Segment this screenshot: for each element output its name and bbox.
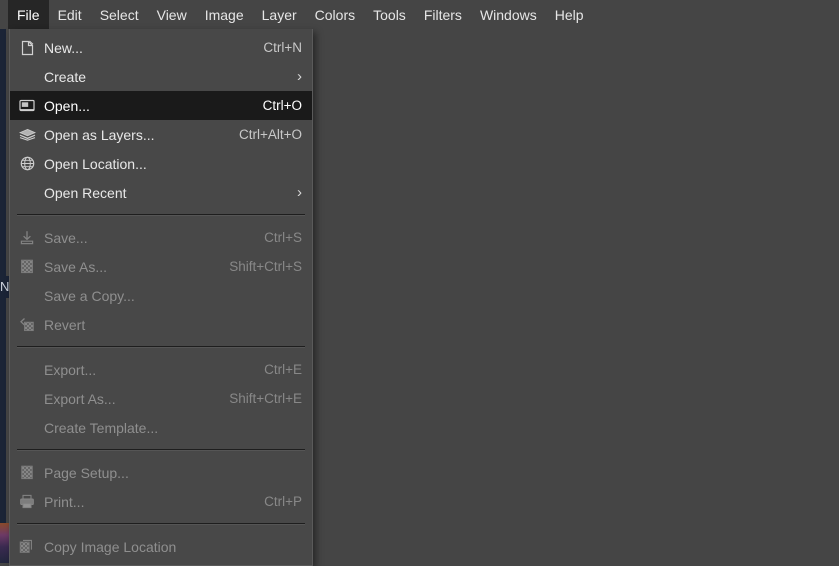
- menu-item-open-recent[interactable]: Open Recent ›: [10, 178, 312, 207]
- menu-item-new[interactable]: New... Ctrl+N: [10, 33, 312, 62]
- menu-item-label: Export As...: [44, 390, 116, 407]
- menu-item-open-as-layers[interactable]: Open as Layers... Ctrl+Alt+O: [10, 120, 312, 149]
- menu-item-shortcut: Ctrl+P: [264, 494, 302, 509]
- menu-item-copy-image-location: Copy Image Location: [10, 532, 312, 561]
- menu-item-print: Print... Ctrl+P: [10, 487, 312, 516]
- menu-item-label: New...: [44, 39, 83, 56]
- menu-item-label: Save...: [44, 229, 88, 246]
- menu-item-page-setup: Page Setup...: [10, 458, 312, 487]
- menu-item-label: Copy Image Location: [44, 538, 177, 555]
- menu-bar: File Edit Select View Image Layer Colors Tools F…: [0, 0, 839, 29]
- menu-item-label: Save a Copy...: [44, 287, 135, 304]
- menu-item-shortcut: Shift+Ctrl+S: [229, 259, 302, 274]
- menu-item-revert: Revert: [10, 310, 312, 339]
- menu-item-shortcut: Ctrl+Alt+O: [238, 127, 302, 142]
- menu-item-label: Export...: [44, 361, 97, 378]
- chevron-right-icon: ›: [297, 68, 302, 85]
- background-image-thumbnail: [0, 523, 9, 563]
- menubar-item-filters[interactable]: Filters: [415, 0, 471, 29]
- application-window: N File Edit Select View Image Layer Colors Tool…: [0, 0, 839, 566]
- menu-item-open-location[interactable]: Open Location...: [10, 149, 312, 178]
- menu-item-create-template: Create Template...: [10, 413, 312, 442]
- menubar-item-edit[interactable]: Edit: [49, 0, 91, 29]
- menu-item-save-a-copy: Save a Copy...: [10, 281, 312, 310]
- menu-item-label: Create Template...: [44, 419, 159, 436]
- menu-item-label: Open as Layers...: [44, 126, 155, 143]
- menu-item-save-as: Save As... Shift+Ctrl+S: [10, 252, 312, 281]
- menu-item-label: Open Recent: [44, 184, 127, 201]
- revert-icon: [16, 316, 38, 334]
- menu-item-label: Print...: [44, 493, 85, 510]
- menu-item-open[interactable]: Open... Ctrl+O: [10, 91, 312, 120]
- menu-item-label: Create: [44, 68, 87, 85]
- file-menu-dropdown: New... Ctrl+N Create › Open... Ctrl+O Open as …: [9, 29, 313, 566]
- save-as-icon: [16, 258, 38, 276]
- save-icon: [16, 229, 38, 247]
- chevron-right-icon: ›: [297, 184, 302, 201]
- new-document-icon: [16, 39, 38, 57]
- copy-icon: [16, 538, 38, 556]
- menubar-item-layer[interactable]: Layer: [253, 0, 306, 29]
- menubar-item-select[interactable]: Select: [91, 0, 148, 29]
- layers-icon: [16, 126, 38, 144]
- menu-item-label: Open Location...: [44, 155, 147, 172]
- menu-item-shortcut: Ctrl+O: [262, 98, 302, 113]
- menu-item-shortcut: Shift+Ctrl+E: [229, 391, 302, 406]
- menubar-item-file[interactable]: File: [8, 0, 49, 29]
- menubar-item-view[interactable]: View: [148, 0, 196, 29]
- menu-item-export: Export... Ctrl+E: [10, 355, 312, 384]
- menu-item-label: Page Setup...: [44, 464, 129, 481]
- menu-item-shortcut: Ctrl+S: [264, 230, 302, 245]
- menu-separator: [17, 449, 305, 451]
- page-setup-icon: [16, 464, 38, 482]
- menu-item-label: Open...: [44, 97, 90, 114]
- menu-item-label: Revert: [44, 316, 86, 333]
- menu-item-shortcut: Ctrl+E: [264, 362, 302, 377]
- print-icon: [16, 493, 38, 511]
- menu-item-shortcut: Ctrl+N: [263, 40, 302, 55]
- globe-icon: [16, 155, 38, 173]
- menu-separator: [17, 214, 305, 216]
- menubar-item-image[interactable]: Image: [196, 0, 253, 29]
- menu-separator: [17, 346, 305, 348]
- menu-item-export-as: Export As... Shift+Ctrl+E: [10, 384, 312, 413]
- menu-item-create[interactable]: Create ›: [10, 62, 312, 91]
- menubar-item-windows[interactable]: Windows: [471, 0, 546, 29]
- open-folder-icon: [16, 97, 38, 115]
- menubar-item-tools[interactable]: Tools: [364, 0, 415, 29]
- menu-separator: [17, 523, 305, 525]
- menu-item-label: Save As...: [44, 258, 108, 275]
- menu-item-save: Save... Ctrl+S: [10, 223, 312, 252]
- menubar-item-colors[interactable]: Colors: [306, 0, 364, 29]
- menubar-item-help[interactable]: Help: [546, 0, 593, 29]
